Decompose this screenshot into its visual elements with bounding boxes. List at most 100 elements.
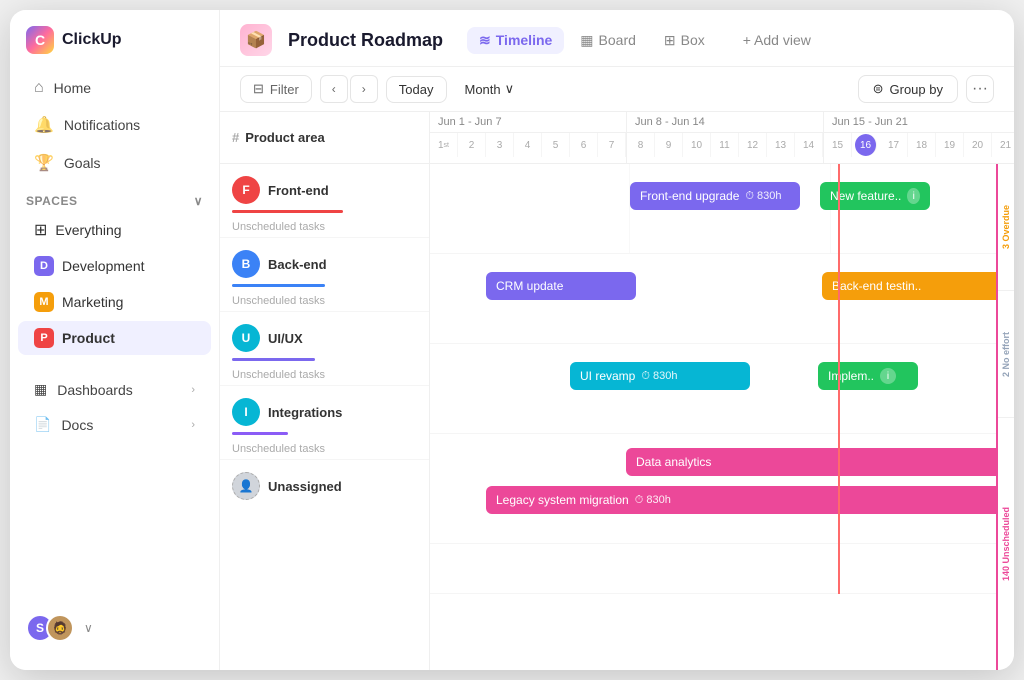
gantt-row-backend: CRM update Back-end testin.. [430, 254, 1014, 344]
sidebar-item-development[interactable]: D Development [18, 249, 211, 283]
integrations-progress [232, 432, 288, 435]
day-8: 8 [627, 133, 655, 157]
app-window: C ClickUp ⌂ Home 🔔 Notifications 🏆 Goals… [10, 10, 1014, 670]
right-side-labels: 3 Overdue 2 No effort 140 Unscheduled [996, 164, 1014, 670]
logo-area: C ClickUp [10, 26, 219, 70]
sidebar-item-marketing[interactable]: M Marketing [18, 285, 211, 319]
docs-icon: 📄 [34, 416, 51, 433]
bar-ui-revamp-label: UI revamp [580, 369, 635, 383]
group-header-integrations: I Integrations [232, 398, 417, 426]
backend-avatar: B [232, 250, 260, 278]
group-header-uiux: U UI/UX [232, 324, 417, 352]
bar-implement[interactable]: Implem.. i [818, 362, 918, 390]
frontend-avatar: F [232, 176, 260, 204]
today-button[interactable]: Today [386, 76, 447, 103]
day-5: 5 [542, 133, 570, 157]
nav-arrows: ‹ › [320, 75, 378, 103]
sidebar-item-label-development: Development [62, 258, 145, 274]
box-icon: ⊞ [664, 32, 676, 49]
day-12: 12 [739, 133, 767, 157]
gantt-scroll-area: Jun 1 - Jun 7 1st 2 3 4 5 6 7 [430, 112, 1014, 594]
logo-icon: C [26, 26, 54, 54]
bar-ui-revamp[interactable]: UI revamp ⏱ 830h [570, 362, 750, 390]
bar-new-feature-label: New feature.. [830, 189, 901, 203]
more-options-button[interactable]: ··· [966, 75, 994, 103]
bar-new-feature[interactable]: New feature.. i [820, 182, 930, 210]
gantt-left-panel: # Product area F Front-end Unscheduled t… [220, 112, 430, 670]
page-title: Product Roadmap [288, 30, 443, 51]
add-view-button[interactable]: + Add view [733, 27, 821, 53]
gantt-container: # Product area F Front-end Unscheduled t… [220, 112, 1014, 670]
sidebar-item-label-home: Home [54, 80, 91, 96]
spaces-chevron-icon[interactable]: ∨ [194, 194, 203, 208]
day-16-today: 16 [855, 134, 877, 156]
week-group-2: Jun 8 - Jun 14 8 9 10 11 12 13 14 [627, 112, 824, 163]
backend-name: Back-end [268, 257, 327, 272]
no-effort-label: 2 No effort [1001, 332, 1011, 377]
week-days-3: 15 16 17 18 19 20 21 [824, 133, 1014, 157]
week-days-1: 1st 2 3 4 5 6 7 [430, 133, 626, 157]
footer-chevron-icon[interactable]: ∨ [84, 621, 93, 635]
dashboards-icon: ▦ [34, 381, 47, 398]
tab-board[interactable]: ▦ Board [568, 27, 648, 54]
page-icon: 📦 [240, 24, 272, 56]
day-6: 6 [570, 133, 598, 157]
bar-legacy-migration-hours: ⏱ 830h [635, 494, 671, 507]
bar-frontend-upgrade[interactable]: Front-end upgrade ⏱ 830h [630, 182, 800, 210]
day-7: 7 [598, 133, 626, 157]
sidebar-item-dashboards[interactable]: ▦ Dashboards › [18, 373, 211, 406]
sidebar-item-product[interactable]: P Product [18, 321, 211, 355]
bar-frontend-upgrade-label: Front-end upgrade [640, 189, 739, 203]
dashboards-chevron-icon: › [191, 384, 195, 396]
sidebar-item-label-dashboards: Dashboards [57, 382, 181, 398]
integrations-name: Integrations [268, 405, 342, 420]
month-dropdown-button[interactable]: Month ∨ [455, 76, 525, 102]
sidebar-footer: S 🧔 ∨ [10, 602, 219, 654]
sidebar-item-home[interactable]: ⌂ Home [18, 71, 211, 105]
bar-implement-info-icon[interactable]: i [880, 368, 896, 384]
integrations-unscheduled: Unscheduled tasks [232, 443, 417, 459]
gantt-column-header: # Product area [220, 112, 429, 164]
bar-data-analytics[interactable]: Data analytics [626, 448, 1014, 476]
group-header-unassigned: 👤 Unassigned [232, 472, 417, 500]
bar-crm-update[interactable]: CRM update [486, 272, 636, 300]
week-group-3: Jun 15 - Jun 21 15 16 17 18 19 20 21 [824, 112, 1014, 163]
next-arrow-button[interactable]: › [350, 75, 378, 103]
bar-legacy-migration[interactable]: Legacy system migration ⏱ 830h [486, 486, 1014, 514]
day-21: 21 [992, 133, 1014, 157]
group-left-unassigned: 👤 Unassigned [220, 460, 429, 500]
uiux-avatar: U [232, 324, 260, 352]
filter-button[interactable]: ⊟ Filter [240, 75, 312, 103]
view-tabs: ≋ Timeline ▦ Board ⊞ Box [467, 27, 717, 54]
sidebar-item-everything[interactable]: ⊞ Everything [18, 213, 211, 247]
tab-box[interactable]: ⊞ Box [652, 27, 717, 54]
integrations-avatar: I [232, 398, 260, 426]
filter-icon: ⊟ [253, 81, 264, 97]
bar-ui-revamp-hours: ⏱ 830h [641, 370, 677, 383]
overdue-label-area: 3 Overdue [998, 164, 1014, 291]
group-left-integrations: I Integrations Unscheduled tasks [220, 386, 429, 460]
day-15: 15 [824, 133, 852, 157]
sidebar-item-notifications[interactable]: 🔔 Notifications [18, 107, 211, 143]
sidebar-item-docs[interactable]: 📄 Docs › [18, 408, 211, 441]
toolbar: ⊟ Filter ‹ › Today Month ∨ ⊜ Group by ··… [220, 67, 1014, 112]
sidebar-item-goals[interactable]: 🏆 Goals [18, 145, 211, 181]
prev-arrow-button[interactable]: ‹ [320, 75, 348, 103]
sidebar-item-label-goals: Goals [64, 155, 101, 171]
product-badge: P [34, 328, 54, 348]
sidebar-item-label-product: Product [62, 330, 115, 346]
bar-new-feature-info-icon[interactable]: i [907, 188, 920, 204]
logo-text: ClickUp [62, 31, 122, 49]
week-label-3: Jun 15 - Jun 21 [824, 112, 1014, 133]
timeline-icon: ≋ [479, 32, 491, 49]
main-content: 📦 Product Roadmap ≋ Timeline ▦ Board ⊞ B… [220, 10, 1014, 670]
group-by-button[interactable]: ⊜ Group by [858, 75, 958, 103]
month-chevron-icon: ∨ [505, 81, 515, 97]
sidebar: C ClickUp ⌂ Home 🔔 Notifications 🏆 Goals… [10, 10, 220, 670]
frontend-progress [232, 210, 343, 213]
timeline-weeks: Jun 1 - Jun 7 1st 2 3 4 5 6 7 [430, 112, 1014, 163]
bar-frontend-upgrade-hours: ⏱ 830h [745, 190, 781, 203]
development-badge: D [34, 256, 54, 276]
bar-backend-testing[interactable]: Back-end testin.. [822, 272, 1014, 300]
tab-timeline[interactable]: ≋ Timeline [467, 27, 564, 54]
